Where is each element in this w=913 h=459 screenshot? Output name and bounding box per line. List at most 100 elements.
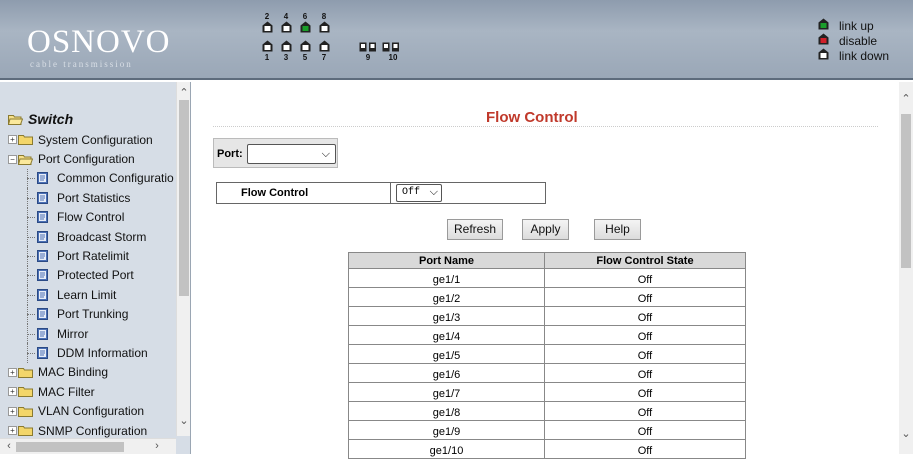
port-number-8: 8	[321, 12, 327, 21]
help-button[interactable]: Help	[594, 219, 641, 240]
port-6-icon[interactable]	[300, 21, 311, 33]
logo: OSNOVO	[27, 24, 171, 60]
sidebar-horizontal-scrollbar[interactable]: ‹ ›	[0, 438, 176, 454]
port-1-icon[interactable]	[262, 40, 273, 52]
scroll-up-icon[interactable]: ⌃	[899, 92, 913, 106]
sidebar-item-port-ratelimit[interactable]: Port Ratelimit	[8, 246, 176, 266]
port-8-icon[interactable]	[319, 21, 330, 33]
scroll-up-icon[interactable]: ⌃	[177, 86, 191, 100]
scroll-thumb[interactable]	[179, 100, 189, 296]
column-header-port-name: Port Name	[348, 252, 545, 269]
main-content: Flow Control Port: ⌵ Flow Control Off ⌵ …	[191, 82, 913, 459]
page-title: Flow Control	[486, 109, 578, 126]
port-7-icon[interactable]	[319, 40, 330, 52]
apply-button[interactable]: Apply	[522, 219, 569, 240]
sidebar-item-label: Mirror	[57, 326, 89, 341]
table-row: ge1/7 Off	[348, 382, 746, 402]
sidebar-item-ddm-information[interactable]: DDM Information	[8, 343, 176, 363]
flow-control-state-cell: Off	[544, 401, 746, 421]
sidebar-item-label: Port Ratelimit	[57, 249, 130, 264]
sidebar-item-port-trunking[interactable]: Port Trunking	[8, 304, 176, 324]
table-row: ge1/2 Off	[348, 287, 746, 307]
link-up-icon	[818, 18, 831, 33]
expand-icon[interactable]: +	[8, 367, 17, 377]
flow-control-select[interactable]: Off ⌵	[396, 184, 442, 202]
port-number-5: 5	[302, 53, 308, 62]
port-number-4: 4	[283, 12, 289, 21]
sidebar-folder-system-configuration[interactable]: + System Configuration	[8, 130, 176, 149]
port-name-cell: ge1/2	[348, 287, 545, 307]
port-name-cell: ge1/5	[348, 344, 545, 364]
collapse-icon[interactable]: −	[8, 154, 17, 164]
sidebar-item-label: Port Trunking	[57, 307, 129, 322]
sidebar-item-label: Port Configuration	[38, 152, 135, 167]
port-number-1: 1	[264, 53, 270, 62]
port-status-panel: 2 4 6 8 1 3 5 7 9 10	[257, 12, 457, 72]
tree-root-switch[interactable]: Switch	[8, 108, 176, 130]
flow-control-state-cell: Off	[544, 382, 746, 402]
expand-icon[interactable]: +	[8, 387, 17, 397]
refresh-button[interactable]: Refresh	[447, 219, 503, 240]
scroll-down-icon[interactable]: ⌄	[177, 414, 191, 428]
sidebar-item-label: Common Configuratio	[57, 171, 174, 186]
sidebar-folder-vlan-configuration[interactable]: + VLAN Configuration	[8, 401, 176, 420]
folder-open-icon	[18, 154, 33, 165]
sidebar-folder-mac-binding[interactable]: + MAC Binding	[8, 363, 176, 382]
sidebar-vertical-scrollbar[interactable]: ⌃ ⌄	[176, 82, 190, 436]
table-row: ge1/10 Off	[348, 439, 746, 459]
sidebar-item-port-statistics[interactable]: Port Statistics	[8, 188, 176, 208]
page-icon	[37, 250, 48, 263]
nav-tree: Switch + System Configuration − Port Config…	[8, 108, 176, 440]
sidebar-item-broadcast-storm[interactable]: Broadcast Storm	[8, 226, 176, 247]
sidebar-item-label: MAC Filter	[38, 384, 95, 399]
sidebar-item-protected-port[interactable]: Protected Port	[8, 265, 176, 286]
port-4-icon[interactable]	[281, 21, 292, 33]
expand-icon[interactable]: +	[8, 426, 17, 436]
port-name-cell: ge1/4	[348, 325, 545, 345]
page-icon	[37, 191, 48, 204]
folder-icon	[18, 134, 33, 146]
sidebar-item-common-configuratio[interactable]: Common Configuratio	[8, 168, 176, 189]
table-row: ge1/9 Off	[348, 420, 746, 440]
sidebar-item-label: SNMP Configuration	[38, 423, 148, 438]
sidebar-folder-port-configuration[interactable]: − Port Configuration	[8, 149, 176, 168]
logo-subtitle: cable transmission	[30, 59, 133, 69]
folder-icon	[18, 386, 33, 398]
page-icon	[37, 269, 48, 282]
port-number-3: 3	[283, 53, 289, 62]
port-number-6: 6	[302, 12, 308, 21]
port-3-icon[interactable]	[281, 40, 292, 52]
port-name-cell: ge1/8	[348, 401, 545, 421]
sidebar-item-label: System Configuration	[38, 132, 153, 147]
expand-icon[interactable]: +	[8, 135, 17, 145]
flow-control-row: Flow Control Off ⌵	[216, 182, 546, 204]
legend-disable: disable	[818, 33, 889, 48]
scroll-right-icon[interactable]: ›	[150, 439, 164, 453]
sidebar-item-flow-control[interactable]: Flow Control	[8, 207, 176, 227]
sidebar-item-label: Protected Port	[57, 268, 134, 283]
header-banner: OSNOVO cable transmission 2 4 6 8 1 3 5 …	[0, 0, 913, 80]
main-vertical-scrollbar[interactable]: ⌃ ⌄	[899, 82, 913, 454]
sidebar-folder-mac-filter[interactable]: + MAC Filter	[8, 382, 176, 401]
sidebar-item-learn-limit[interactable]: Learn Limit	[8, 285, 176, 305]
port-5-icon[interactable]	[300, 40, 311, 52]
legend-link-up: link up	[818, 18, 889, 33]
sidebar-item-label: Broadcast Storm	[57, 229, 147, 244]
port-2-icon[interactable]	[262, 21, 273, 33]
table-row: ge1/6 Off	[348, 363, 746, 383]
page-icon	[37, 288, 48, 301]
port-label: Port:	[217, 148, 243, 160]
port-name-cell: ge1/9	[348, 420, 545, 440]
table-row: ge1/5 Off	[348, 344, 746, 364]
port-name-cell: ge1/1	[348, 268, 545, 288]
expand-icon[interactable]: +	[8, 406, 17, 416]
flow-control-state-cell: Off	[544, 268, 746, 288]
scroll-down-icon[interactable]: ⌄	[899, 427, 913, 441]
scroll-thumb[interactable]	[16, 442, 124, 452]
scroll-left-icon[interactable]: ‹	[2, 439, 16, 453]
column-header-flow-control-state: Flow Control State	[544, 252, 746, 269]
disable-icon	[818, 33, 831, 48]
sidebar-item-mirror[interactable]: Mirror	[8, 323, 176, 344]
port-select[interactable]: ⌵	[247, 144, 336, 164]
scroll-thumb[interactable]	[901, 114, 911, 268]
